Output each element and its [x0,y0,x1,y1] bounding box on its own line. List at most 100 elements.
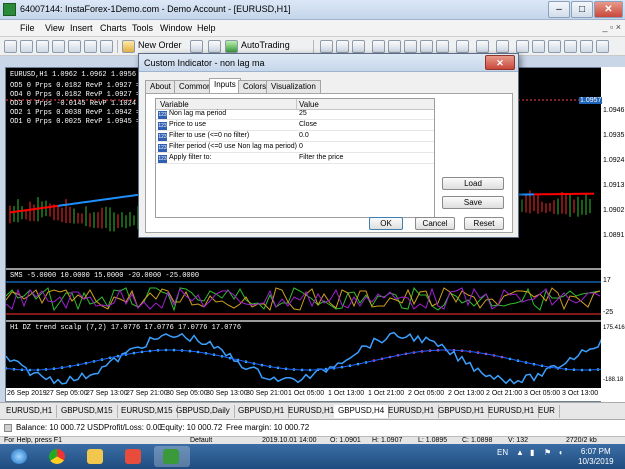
input-row[interactable]: 123 Price to use Close [156,121,434,131]
status-open: O: 1.0901 [330,437,361,444]
taskbar-clock[interactable]: 6:07 PM 10/3/2019 [578,447,614,467]
new-chart-icon[interactable] [4,40,17,53]
fibonacci-icon[interactable] [596,40,609,53]
cancel-button[interactable]: Cancel [415,217,455,230]
autoscroll-icon[interactable] [420,40,433,53]
account-icon [4,424,12,432]
input-value[interactable]: 0 [299,143,303,150]
vertical-line-icon[interactable] [532,40,545,53]
ok-button[interactable]: OK [369,217,403,230]
periods-icon[interactable] [476,40,489,53]
zoom-out-icon[interactable] [388,40,401,53]
horizontal-line-icon[interactable] [548,40,561,53]
time-label: 30 Sep 05:00 [166,390,208,397]
flag-icon[interactable]: ⚑ [544,448,551,457]
chart-tab[interactable]: GBPUSD,M15 [57,405,118,418]
chart-shift-icon[interactable] [436,40,449,53]
integer-param-icon: 123 [158,111,167,119]
tab-about[interactable]: About [145,80,176,93]
taskbar-app[interactable] [116,446,152,467]
status-profile[interactable]: Default [190,437,212,444]
chart-tab[interactable]: EUR [534,405,560,418]
navigator-icon[interactable] [68,40,81,53]
menu-bar: File View Insert Charts Tools Window Hel… [0,20,625,37]
chart-tab[interactable]: GBPUSD,H1 [434,405,490,418]
time-label: 3 Oct 05:00 [524,390,561,397]
candlestick-icon[interactable] [336,40,349,53]
trendline-icon[interactable] [564,40,577,53]
chart-tab[interactable]: EURUSD,H1 [2,405,58,418]
data-window-icon[interactable] [52,40,65,53]
menu-window[interactable]: Window [160,23,192,33]
menu-file[interactable]: File [20,23,35,33]
input-value[interactable]: Filter the price [299,154,343,161]
volume-icon[interactable]: ◖ [558,448,563,457]
toolbar-separator [313,40,314,53]
pane-separator [6,268,602,270]
bar-chart-icon[interactable] [320,40,333,53]
ma-segment [69,202,75,206]
taskbar-explorer[interactable] [78,446,114,467]
trend-signal-line [6,349,602,371]
chart-tab[interactable]: EURUSD,H1 [484,405,540,418]
menu-insert[interactable]: Insert [70,23,93,33]
close-button[interactable]: ✕ [594,1,623,18]
chart-tab[interactable]: GBPUSD,H1 [234,405,290,418]
trend-scale-top: 175.416 [603,325,625,331]
maximize-button[interactable]: □ [571,1,593,18]
start-button[interactable] [2,446,38,467]
new-order-button[interactable]: New Order [138,40,182,50]
new-order-icon[interactable] [122,40,135,53]
taskbar-metatrader[interactable] [154,446,190,467]
chart-tab[interactable]: EURUSD,H1 [284,405,340,418]
price-label: 1.0935 [603,132,625,139]
line-chart-icon[interactable] [352,40,365,53]
input-row[interactable]: 123 Filter to use (<=0 no filter) 0.0 [156,132,434,142]
input-row[interactable]: 123 Apply filter to: Filter the price [156,154,434,164]
terminal-icon[interactable] [84,40,97,53]
save-button[interactable]: Save [442,196,504,209]
tile-windows-icon[interactable] [404,40,417,53]
ma-segment [45,205,51,209]
time-label: 27 Sep 13:00 [86,390,128,397]
language-indicator[interactable]: EN [497,448,508,457]
ma-segment [61,203,67,207]
options-icon[interactable] [208,40,221,53]
input-row[interactable]: 123 Filter period (<=0 use Non lag ma pe… [156,143,434,153]
chart-tab[interactable]: EURUSD,H1 [384,405,440,418]
taskbar-chrome[interactable] [40,446,76,467]
menu-view[interactable]: View [45,23,64,33]
time-label: 2 Oct 13:00 [448,390,485,397]
menu-tools[interactable]: Tools [132,23,153,33]
chart-tab-active[interactable]: GBPUSD,H4 [334,405,390,418]
zoom-in-icon[interactable] [372,40,385,53]
autotrading-button[interactable]: AutoTrading [241,40,290,50]
load-button[interactable]: Load [442,177,504,190]
chart-tab[interactable]: EURUSD,M15 [117,405,178,418]
channel-icon[interactable] [580,40,593,53]
chart-tab[interactable]: GBPUSD,Daily [172,405,235,418]
dialog-close-button[interactable]: ✕ [485,55,515,70]
input-value[interactable]: Close [299,121,317,128]
input-row[interactable]: 123 Non lag ma period 25 [156,110,434,120]
network-icon[interactable]: ▮ [530,448,534,457]
tab-inputs[interactable]: Inputs [209,78,241,94]
minimize-button[interactable]: – [548,1,570,18]
indicators-icon[interactable] [456,40,469,53]
profiles-icon[interactable] [20,40,33,53]
market-watch-icon[interactable] [36,40,49,53]
menu-charts[interactable]: Charts [100,23,127,33]
mdi-controls[interactable]: _ ▫ × [603,22,621,32]
menu-help[interactable]: Help [197,23,216,33]
tray-arrow-icon[interactable]: ▲ [516,448,524,457]
crosshair-icon[interactable] [516,40,529,53]
templates-icon[interactable] [496,40,509,53]
autotrading-icon[interactable] [225,40,238,53]
tester-icon[interactable] [100,40,113,53]
clock-time: 6:07 PM [580,447,611,456]
metaeditor-icon[interactable] [190,40,203,53]
reset-button[interactable]: Reset [464,217,504,230]
input-value[interactable]: 0.0 [299,132,309,139]
input-value[interactable]: 25 [299,110,307,117]
tab-visualization[interactable]: Visualization [266,80,321,93]
